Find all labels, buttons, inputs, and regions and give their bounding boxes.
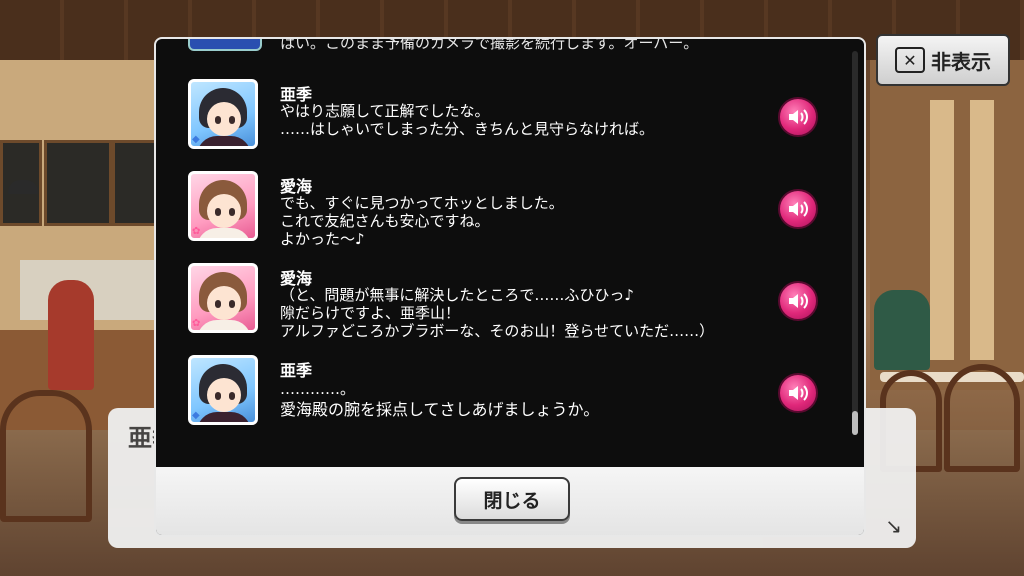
log-line: やはり志願して正解でしたな。 xyxy=(280,102,490,120)
log-line: でも、すぐに見つかってホッとしました。 xyxy=(280,194,564,212)
menu-board xyxy=(112,140,158,226)
hide-ui-button[interactable]: ✕ 非表示 xyxy=(876,34,1010,86)
window-frame xyxy=(930,100,954,360)
log-entry: ◆ 亜季 やはり志願して正解でしたな。 ……はしゃいでしまった分、きちんと見守ら… xyxy=(156,79,852,165)
next-arrow-icon: ↘ xyxy=(885,514,902,538)
voice-play-button[interactable] xyxy=(778,373,818,413)
log-line: これで友紀さんも安心ですね。 xyxy=(280,212,490,230)
avatar: ◆ xyxy=(188,79,258,149)
partial-avatar xyxy=(188,39,262,51)
voice-play-button[interactable] xyxy=(778,97,818,137)
pendant-lamp xyxy=(8,180,38,194)
hide-button-label: 非表示 xyxy=(931,49,991,74)
log-scrollbar[interactable] xyxy=(852,51,858,435)
log-entry: ✿ 愛海 （と、問題が無事に解決したところで……ふひひっ♪ 隙だらけですよ、亜季… xyxy=(156,263,852,349)
cute-type-icon: ✿ xyxy=(192,226,201,237)
cafe-chair xyxy=(944,364,1020,472)
log-list[interactable]: はい。このまま予備のカメラで撮影を続行します。オーバー。 ◆ 亜季 やはり志願し… xyxy=(156,39,852,467)
voice-play-button[interactable] xyxy=(778,281,818,321)
log-line: 愛海殿の腕を採点してさしあげましょうか。 xyxy=(280,400,600,419)
log-entry: ◆ 亜季 …………。 愛海殿の腕を採点してさしあげましょうか。 xyxy=(156,355,852,441)
message-log-panel: はい。このまま予備のカメラで撮影を続行します。オーバー。 ◆ 亜季 やはり志願し… xyxy=(154,37,866,537)
menu-board xyxy=(44,140,112,226)
speaker-icon xyxy=(789,201,808,217)
log-line: よかった～♪ xyxy=(280,230,365,248)
log-line: ……はしゃいでしまった分、きちんと見守らなければ。 xyxy=(280,120,654,138)
close-box-icon: ✕ xyxy=(895,47,925,73)
cool-type-icon: ◆ xyxy=(192,134,200,145)
cool-type-icon: ◆ xyxy=(192,410,200,421)
speaker-name: 亜季 xyxy=(280,361,313,380)
speaker-icon xyxy=(789,109,808,125)
speaker-icon xyxy=(789,385,808,401)
cute-type-icon: ✿ xyxy=(192,318,201,329)
log-entry: ✿ 愛海 でも、すぐに見つかってホッとしました。 これで友紀さんも安心ですね。 … xyxy=(156,171,852,257)
scrollbar-thumb[interactable] xyxy=(852,411,858,435)
voice-play-button[interactable] xyxy=(778,189,818,229)
close-button[interactable]: 閉じる xyxy=(454,477,570,521)
avatar: ✿ xyxy=(188,263,258,333)
speaker-icon xyxy=(789,293,808,309)
avatar: ✿ xyxy=(188,171,258,241)
log-line: 隙だらけですよ、亜季山！ xyxy=(280,304,461,322)
log-line: …………。 xyxy=(280,380,356,398)
log-line: （と、問題が無事に解決したところで……ふひひっ♪ xyxy=(280,286,634,304)
cafe-chair xyxy=(0,390,92,522)
log-footer: 閉じる xyxy=(156,467,864,535)
customer-figure xyxy=(874,290,930,370)
waitress-figure xyxy=(48,280,94,390)
partial-log-line: はい。このまま予備のカメラで撮影を続行します。オーバー。 xyxy=(280,39,699,52)
avatar: ◆ xyxy=(188,355,258,425)
window-frame xyxy=(970,100,994,360)
log-line: アルファどころかブラボーな、そのお山！登らせていただ……） xyxy=(280,322,715,340)
